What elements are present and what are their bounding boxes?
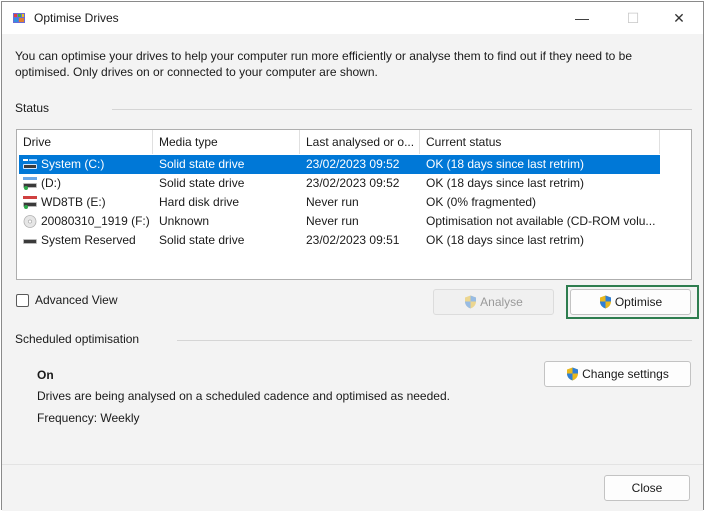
change-settings-button[interactable]: Change settings <box>544 361 691 387</box>
analyse-button[interactable]: Analyse <box>433 289 554 315</box>
drive-last-analysed: 23/02/2023 09:52 <box>306 176 400 190</box>
drive-status: OK (18 days since last retrim) <box>426 233 585 247</box>
dialog-footer: Close <box>2 464 703 511</box>
drive-last-analysed: Never run <box>306 214 359 228</box>
drive-media-type: Hard disk drive <box>159 195 240 209</box>
uac-shield-icon <box>567 367 579 381</box>
close-button[interactable]: Close <box>604 475 690 501</box>
reserved-drive-icon <box>23 239 37 244</box>
minimize-button[interactable]: — <box>559 2 605 34</box>
drive-last-analysed: 23/02/2023 09:52 <box>306 157 400 171</box>
intro-text: You can optimise your drives to help you… <box>15 49 633 79</box>
optimise-button[interactable]: Optimise <box>570 289 691 315</box>
schedule-state: On <box>37 368 54 382</box>
window-title: Optimise Drives <box>34 11 119 25</box>
change-settings-label: Change settings <box>582 367 669 381</box>
scheduled-divider <box>177 340 692 341</box>
drives-list[interactable]: Drive Media type Last analysed or o... C… <box>16 129 692 280</box>
scheduled-group-label: Scheduled optimisation <box>15 332 140 346</box>
schedule-frequency: Frequency: Weekly <box>37 411 140 425</box>
status-divider <box>112 109 692 110</box>
uac-shield-icon <box>599 295 611 309</box>
column-header-current-status[interactable]: Current status <box>420 130 660 154</box>
uac-shield-icon <box>465 295 477 309</box>
drive-status: Optimisation not available (CD-ROM volu.… <box>426 214 656 228</box>
optimise-button-label: Optimise <box>614 295 663 309</box>
hdd-drive-icon <box>23 196 37 209</box>
drive-row-f[interactable]: 20080310_1919 (F:) Unknown Never run Opt… <box>19 212 660 231</box>
advanced-view-checkbox[interactable] <box>16 294 29 307</box>
drive-row-system-reserved[interactable]: System Reserved Solid state drive 23/02/… <box>19 231 660 250</box>
drive-last-analysed: 23/02/2023 09:51 <box>306 233 400 247</box>
drive-row-d[interactable]: (D:) Solid state drive 23/02/2023 09:52 … <box>19 174 660 193</box>
maximize-button[interactable]: ☐ <box>610 2 656 34</box>
dialog-content: You can optimise your drives to help you… <box>2 34 703 511</box>
drive-name: System (C:) <box>41 157 105 171</box>
cd-drive-icon <box>23 215 37 228</box>
drive-row-e[interactable]: WD8TB (E:) Hard disk drive Never run OK … <box>19 193 660 212</box>
close-window-button[interactable]: ✕ <box>656 2 702 34</box>
analyse-button-label: Analyse <box>480 295 523 309</box>
drive-name: 20080310_1919 (F:) <box>41 214 150 228</box>
drive-name: (D:) <box>41 176 61 190</box>
title-bar[interactable]: Optimise Drives — ☐ ✕ <box>2 2 703 34</box>
drive-name: System Reserved <box>41 233 136 247</box>
drive-status: OK (0% fragmented) <box>426 195 537 209</box>
drives-list-header: Drive Media type Last analysed or o... C… <box>17 130 660 154</box>
column-header-last-analysed[interactable]: Last analysed or o... <box>300 130 420 154</box>
drive-name: WD8TB (E:) <box>41 195 106 209</box>
drive-media-type: Solid state drive <box>159 233 245 247</box>
column-header-drive[interactable]: Drive <box>17 130 153 154</box>
schedule-description: Drives are being analysed on a scheduled… <box>37 389 450 403</box>
advanced-view-label[interactable]: Advanced View <box>35 293 118 307</box>
column-header-media-type[interactable]: Media type <box>153 130 300 154</box>
drive-media-type: Solid state drive <box>159 157 245 171</box>
ssd-drive-icon <box>23 177 37 190</box>
drive-media-type: Unknown <box>159 214 210 228</box>
drive-row-c[interactable]: System (C:) Solid state drive 23/02/2023… <box>19 155 660 174</box>
defrag-app-icon <box>13 13 25 23</box>
drive-last-analysed: Never run <box>306 195 359 209</box>
drive-status: OK (18 days since last retrim) <box>426 157 585 171</box>
optimise-drives-window: Optimise Drives — ☐ ✕ You can optimise y… <box>1 1 704 511</box>
drive-status: OK (18 days since last retrim) <box>426 176 585 190</box>
drive-media-type: Solid state drive <box>159 176 245 190</box>
status-group-label: Status <box>15 101 50 115</box>
ssd-system-drive-icon <box>23 159 37 169</box>
